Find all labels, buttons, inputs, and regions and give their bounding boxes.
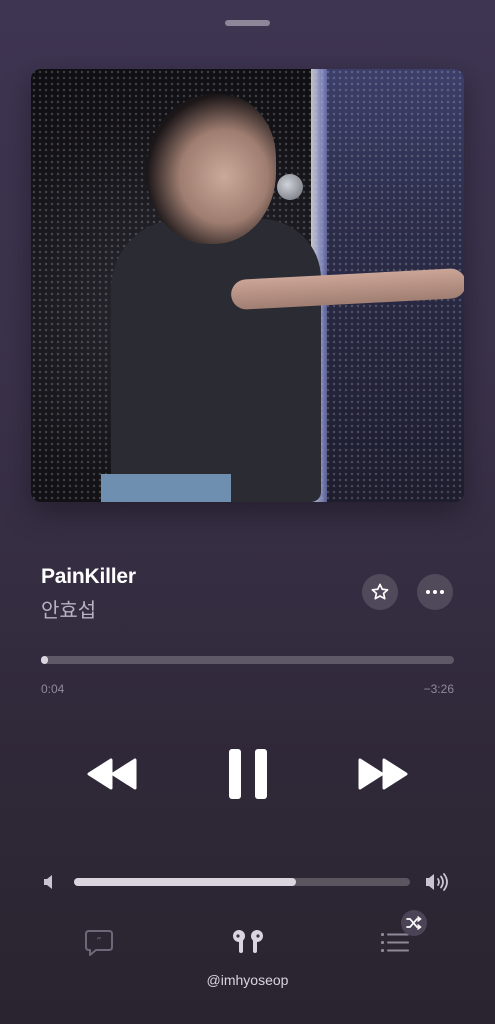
elapsed-time: 0:04: [41, 682, 65, 696]
queue-icon: [381, 933, 409, 952]
playback-progress-fill: [41, 656, 49, 664]
rewind-button[interactable]: [86, 757, 138, 796]
more-options-button[interactable]: [417, 574, 453, 610]
album-artwork: [31, 69, 464, 502]
volume-min-button: [43, 874, 57, 895]
star-icon: [371, 583, 389, 600]
lyrics-icon: ”: [85, 930, 113, 956]
volume-slider[interactable]: [74, 878, 410, 886]
favorite-button[interactable]: [362, 574, 398, 610]
track-title[interactable]: PainKiller: [41, 565, 136, 589]
playback-progress-slider[interactable]: [41, 656, 454, 664]
airplay-device-button[interactable]: [230, 929, 266, 962]
volume-fill: [74, 878, 296, 886]
queue-button[interactable]: [381, 931, 409, 958]
output-device-label[interactable]: @imhyoseop: [0, 972, 495, 988]
speaker-low-icon: [44, 875, 52, 889]
pause-button[interactable]: [228, 749, 268, 804]
speaker-high-icon: [426, 873, 448, 891]
lyrics-button[interactable]: ”: [84, 928, 114, 963]
fast-forward-button[interactable]: [357, 757, 409, 796]
pause-icon: [229, 749, 267, 799]
artwork-singer-shirt: [111, 219, 321, 502]
ellipsis-icon: [426, 590, 444, 594]
volume-max-button: [425, 872, 451, 897]
airpods-icon: [233, 930, 263, 953]
artwork-singer-head: [146, 94, 276, 244]
artwork-jeans: [101, 474, 231, 502]
sheet-grabber[interactable]: [225, 20, 270, 26]
fast-forward-icon: [358, 758, 408, 790]
rewind-icon: [87, 758, 137, 790]
shuffle-indicator[interactable]: [401, 910, 427, 936]
remaining-time: −3:26: [423, 682, 454, 696]
svg-text:”: ”: [96, 936, 101, 947]
shuffle-icon: [406, 916, 422, 930]
artwork-microphone: [277, 174, 303, 200]
track-artist[interactable]: 안효섭: [41, 594, 96, 623]
